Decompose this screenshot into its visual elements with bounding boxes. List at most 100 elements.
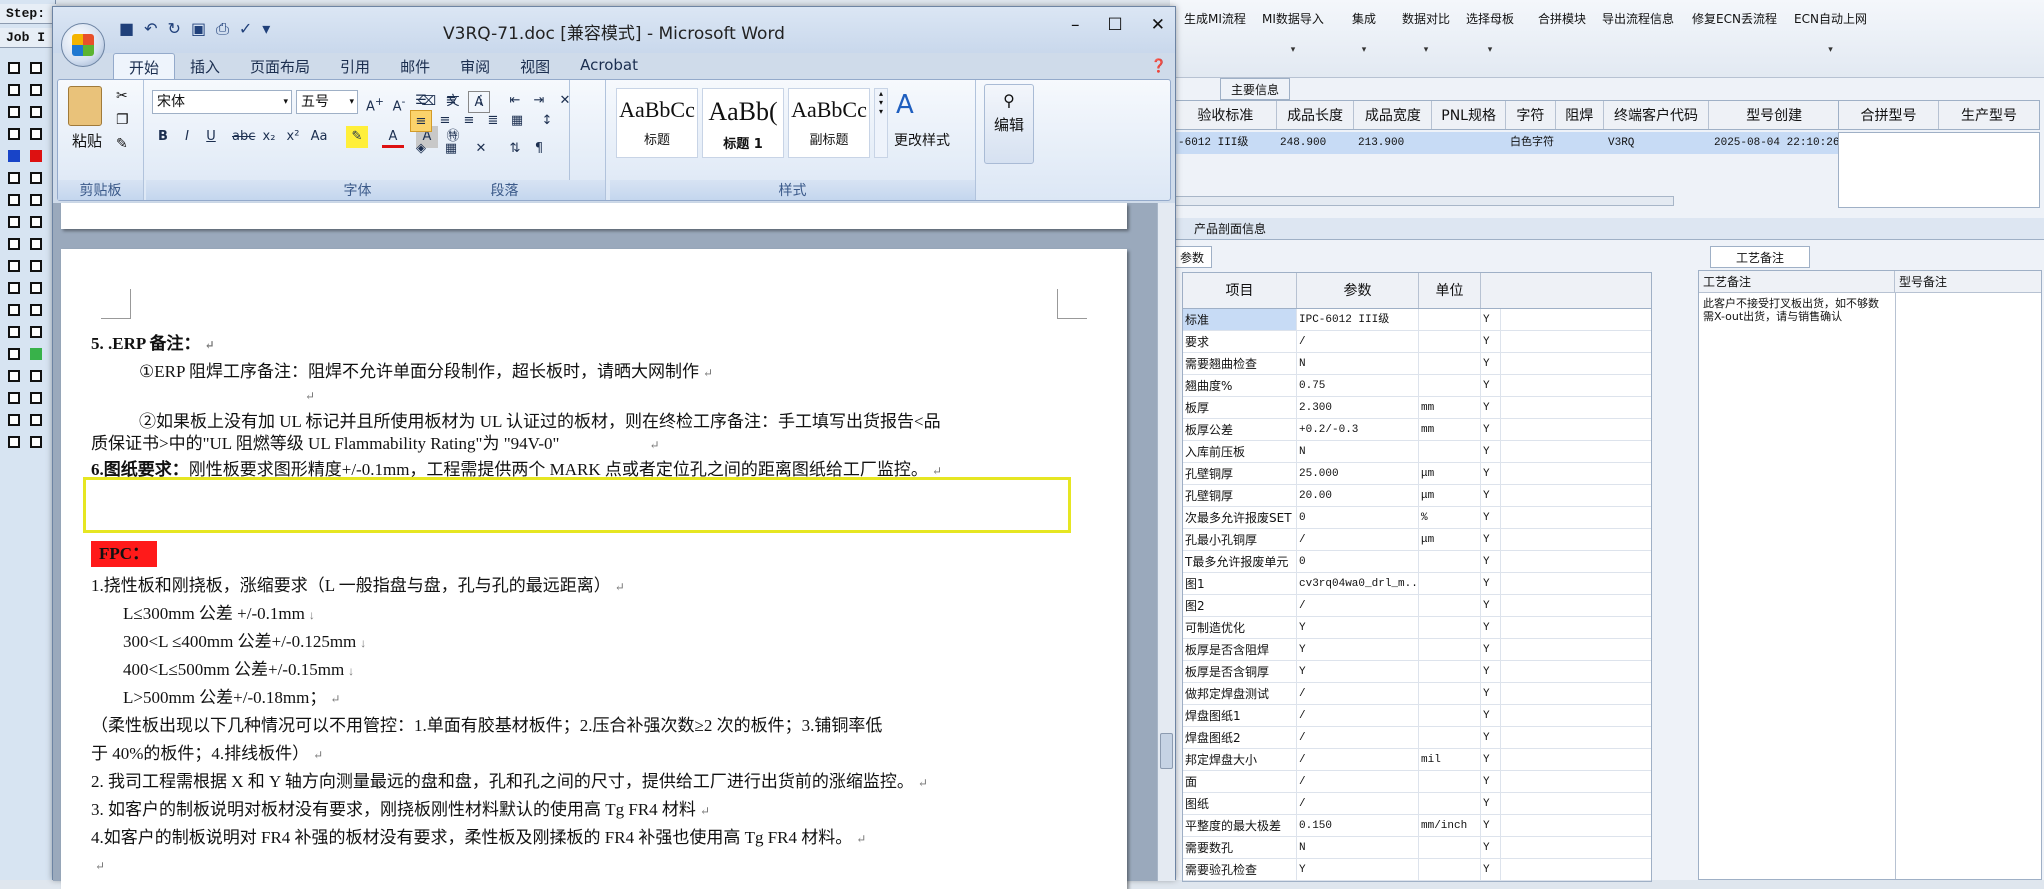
layer-checkbox[interactable] — [8, 392, 20, 404]
align-right-icon[interactable]: ≡ — [458, 110, 480, 132]
layer-checkbox[interactable] — [30, 128, 42, 140]
param-row[interactable]: 平整度的最大极差 0.150 mm/inch Y — [1183, 815, 1651, 837]
layer-checkbox[interactable] — [8, 348, 20, 360]
toolbar-button-ecn-auto[interactable]: ECN自动上网 ▾ — [1794, 10, 1867, 55]
asian-layout-icon[interactable]: ✕ — [470, 138, 492, 160]
close-icon[interactable]: ✕ — [1151, 15, 1165, 35]
layer-checkbox[interactable] — [30, 84, 42, 96]
tab-mailings[interactable]: 邮件 — [385, 53, 445, 79]
editing-button[interactable]: ⚲ 编辑 — [984, 84, 1034, 164]
strikethrough-icon[interactable]: abc — [232, 126, 255, 148]
layer-checkbox[interactable] — [30, 106, 42, 118]
highlight-icon[interactable]: ✎ — [346, 126, 368, 148]
layer-checkbox[interactable] — [30, 238, 42, 250]
toolbar-button-fix-ecn[interactable]: 修复ECN丢流程 — [1692, 10, 1777, 27]
horizontal-scrollbar[interactable] — [1174, 196, 1674, 206]
show-marks-icon[interactable]: ¶ — [528, 138, 550, 160]
layer-checkbox[interactable] — [8, 238, 20, 250]
param-row[interactable]: 孔壁铜厚 25.000 μm Y — [1183, 463, 1651, 485]
param-row[interactable]: 孔最小孔铜厚 / μm Y — [1183, 529, 1651, 551]
column-header[interactable]: PNL规格 — [1432, 101, 1506, 129]
layer-checkbox[interactable] — [8, 282, 20, 294]
param-row[interactable]: 翘曲度% 0.75 Y — [1183, 375, 1651, 397]
distribute-icon[interactable]: ▦ — [506, 110, 528, 132]
param-row[interactable]: 板厚公差 +0.2/-0.3 mm Y — [1183, 419, 1651, 441]
layer-checkbox[interactable] — [30, 194, 42, 206]
justify-icon[interactable]: ≣ — [482, 110, 504, 132]
layer-checkbox-active[interactable] — [30, 348, 42, 360]
tab-page-layout[interactable]: 页面布局 — [235, 53, 325, 79]
column-header[interactable]: 字符 — [1506, 101, 1556, 129]
change-styles-icon[interactable]: A — [896, 90, 914, 120]
layer-checkbox[interactable] — [8, 326, 20, 338]
line-spacing-icon[interactable]: ↕ — [536, 110, 558, 132]
layer-checkbox[interactable] — [30, 326, 42, 338]
param-row[interactable]: T最多允许报废单元 0 Y — [1183, 551, 1651, 573]
chinese-layout-icon[interactable]: ✕ — [554, 90, 576, 112]
column-header[interactable]: 验收标准 — [1175, 101, 1277, 129]
font-size-select[interactable]: 五号 ▾ — [296, 90, 358, 114]
layer-checkbox[interactable] — [8, 304, 20, 316]
column-header[interactable]: 成品长度 — [1277, 101, 1355, 129]
sort-icon[interactable]: ⇅ — [504, 138, 526, 160]
column-header[interactable]: 型号创建 — [1709, 101, 1839, 129]
layer-checkbox[interactable] — [30, 370, 42, 382]
tab-main-info[interactable]: 主要信息 — [1220, 78, 1290, 100]
column-header[interactable]: 项目 — [1183, 273, 1297, 308]
column-header[interactable]: 参数 — [1297, 273, 1419, 308]
align-center-icon[interactable]: ≡ — [434, 110, 456, 132]
layer-checkbox-active[interactable] — [8, 150, 20, 162]
toolbar-button-compare[interactable]: 数据对比 ▾ — [1402, 10, 1450, 55]
superscript-icon[interactable]: x² — [282, 126, 304, 148]
param-row[interactable]: 次最多允许报废SET 0% Y — [1183, 507, 1651, 529]
param-row[interactable]: 要求 / Y — [1183, 331, 1651, 353]
change-styles-button[interactable]: 更改样式 — [894, 130, 950, 150]
table-row-selected[interactable]: -6012 III级 248.900 213.900 白色字符 V3RQ 202… — [1174, 132, 1840, 154]
column-header[interactable]: 终端客户代码 — [1604, 101, 1710, 129]
copy-icon[interactable]: ❐ — [116, 112, 129, 128]
underline-icon[interactable]: U — [200, 126, 222, 148]
layer-checkbox[interactable] — [30, 62, 42, 74]
layer-checkbox[interactable] — [8, 414, 20, 426]
tab-process-notes[interactable]: 工艺备注 — [1710, 246, 1810, 268]
bullets-icon[interactable]: ☰ — [410, 90, 432, 112]
layer-checkbox[interactable] — [8, 370, 20, 382]
column-header[interactable]: 单位 — [1419, 273, 1481, 308]
layer-checkbox[interactable] — [8, 84, 20, 96]
maximize-icon[interactable]: ☐ — [1108, 15, 1123, 35]
column-header[interactable]: 生产型号 — [1939, 101, 2039, 129]
numbering-icon[interactable]: ≡ — [440, 90, 462, 112]
layer-checkbox[interactable] — [30, 436, 42, 448]
column-header[interactable]: 合拼型号 — [1839, 101, 1939, 129]
layer-checkbox[interactable] — [8, 106, 20, 118]
tab-view[interactable]: 视图 — [505, 53, 565, 79]
grow-font-icon[interactable]: A+ — [364, 91, 386, 114]
style-subtitle[interactable]: AaBbCc 副标题 — [788, 88, 870, 158]
column-header[interactable]: 工艺备注 — [1699, 271, 1895, 292]
layer-checkbox[interactable] — [8, 436, 20, 448]
layer-checkbox[interactable] — [8, 194, 20, 206]
param-row[interactable]: 面 / Y — [1183, 771, 1651, 793]
tab-review[interactable]: 审阅 — [445, 53, 505, 79]
layer-checkbox[interactable] — [30, 260, 42, 272]
toolbar-button-export-flow[interactable]: 导出流程信息 — [1602, 10, 1674, 27]
paste-button[interactable]: 粘贴 — [72, 130, 102, 151]
layer-checkbox[interactable] — [30, 216, 42, 228]
shading-icon[interactable]: ◈ — [410, 138, 432, 160]
param-row[interactable]: 图纸 / Y — [1183, 793, 1651, 815]
param-row[interactable]: 可制造优化 Y Y — [1183, 617, 1651, 639]
tab-home[interactable]: 开始 — [113, 53, 176, 79]
increase-indent-icon[interactable]: ⇥ — [528, 90, 550, 112]
layer-checkbox[interactable] — [30, 414, 42, 426]
param-row[interactable]: 需要验孔检查 Y Y — [1183, 859, 1651, 881]
param-row[interactable]: 焊盘图纸2/ Y — [1183, 727, 1651, 749]
column-header[interactable]: 阻焊 — [1556, 101, 1604, 129]
styles-scroll[interactable]: ▴ ▾ ▾ — [874, 88, 888, 158]
toolbar-button-mi-import[interactable]: MI数据导入 ▾ — [1262, 10, 1324, 55]
column-header[interactable]: 型号备注 — [1895, 271, 1947, 292]
param-row[interactable]: 板厚是否含阻焊 Y Y — [1183, 639, 1651, 661]
layer-checkbox[interactable] — [8, 128, 20, 140]
layer-checkbox[interactable] — [30, 172, 42, 184]
toolbar-button-integrate[interactable]: 集成 ▾ — [1352, 10, 1376, 55]
toolbar-button-merge[interactable]: 合拼模块 — [1538, 10, 1586, 27]
